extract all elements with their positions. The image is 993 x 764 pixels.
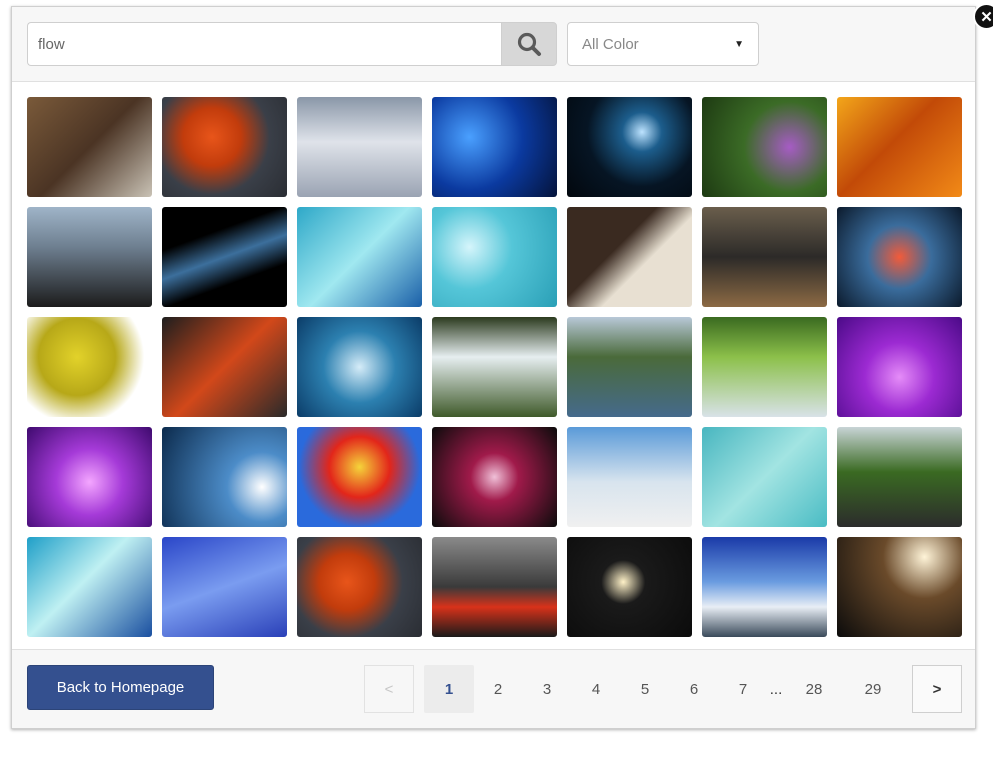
image-thumbnail-waterfall[interactable] (432, 317, 557, 417)
page-1[interactable]: 1 (424, 665, 474, 713)
color-filter-select[interactable]: All Color ▼ (567, 22, 759, 66)
image-thumbnail-teal-wave-2[interactable] (27, 537, 152, 637)
image-thumbnail-fiery-abstract[interactable] (162, 317, 287, 417)
image-thumbnail-snowy-peak[interactable] (702, 537, 827, 637)
image-thumbnail-pink-streaks[interactable] (432, 427, 557, 527)
page-4[interactable]: 4 (576, 665, 616, 713)
image-thumbnail-lava-flow-sea[interactable] (27, 207, 152, 307)
image-thumbnail-light-rays[interactable] (837, 537, 962, 637)
image-thumbnail-fighter-jet[interactable] (567, 427, 692, 527)
search-bar: All Color ▼ (12, 7, 975, 82)
image-thumbnail-silver-car[interactable] (702, 207, 827, 307)
page-6[interactable]: 6 (674, 665, 714, 713)
image-grid (27, 97, 962, 637)
color-filter-value: All Color (582, 35, 639, 53)
image-thumbnail-glowing-jellyfish[interactable] (567, 537, 692, 637)
image-thumbnail-fractal[interactable] (297, 427, 422, 527)
next-page-button[interactable]: > (912, 665, 962, 713)
back-to-homepage-button[interactable]: Back to Homepage (27, 665, 214, 710)
image-thumbnail-dark-light-streaks[interactable] (162, 207, 287, 307)
image-thumbnail-fire[interactable] (837, 97, 962, 197)
page-28[interactable]: 28 (794, 665, 834, 713)
page-2[interactable]: 2 (478, 665, 518, 713)
image-thumbnail-space-planet[interactable] (567, 97, 692, 197)
search-input[interactable] (27, 22, 502, 66)
image-thumbnail-cyan-bokeh[interactable] (432, 207, 557, 307)
modal-footer: Back to Homepage < 1 2 3 4 5 6 7 ... 28 … (12, 649, 975, 728)
chevron-down-icon: ▼ (734, 38, 744, 50)
pagination-ellipsis: ... (769, 680, 783, 698)
image-thumbnail-volcano-lava[interactable] (432, 537, 557, 637)
image-picker-modal: All Color ▼ Back to Homepage < 1 2 3 4 5… (11, 3, 993, 729)
image-thumbnail-water-splash[interactable] (297, 317, 422, 417)
image-thumbnail-teal-wave[interactable] (297, 207, 422, 307)
image-thumbnail-bee-on-flower[interactable] (702, 97, 827, 197)
image-thumbnail-canyon[interactable] (27, 97, 152, 197)
image-thumbnail-blue-silk[interactable] (162, 537, 287, 637)
image-thumbnail-blue-light-burst[interactable] (162, 427, 287, 527)
image-thumbnail-lava-rock[interactable] (162, 97, 287, 197)
page-3[interactable]: 3 (527, 665, 567, 713)
image-thumbnail-purple-lights[interactable] (837, 317, 962, 417)
close-button[interactable]: ✕ (973, 3, 993, 30)
prev-page-button[interactable]: < (364, 665, 414, 713)
image-thumbnail-stream-hills[interactable] (837, 427, 962, 527)
search-icon (517, 32, 541, 56)
image-thumbnail-starfruit[interactable] (27, 317, 152, 417)
image-thumbnail-snowy-mountains[interactable] (297, 97, 422, 197)
image-thumbnail-rock-on-sand[interactable] (567, 207, 692, 307)
image-thumbnail-blue-abstract-flowers[interactable] (432, 97, 557, 197)
image-thumbnail-purple-glow[interactable] (27, 427, 152, 527)
page-29[interactable]: 29 (853, 665, 893, 713)
image-thumbnail-mossy-stream[interactable] (702, 317, 827, 417)
image-thumbnail-river-mountains[interactable] (567, 317, 692, 417)
search-button[interactable] (501, 22, 557, 66)
image-thumbnail-teal-abstract[interactable] (702, 427, 827, 527)
image-thumbnail-lava-rock-2[interactable] (297, 537, 422, 637)
image-thumbnail-red-swirl[interactable] (837, 207, 962, 307)
page-5[interactable]: 5 (625, 665, 665, 713)
close-icon: ✕ (980, 8, 993, 26)
page-7[interactable]: 7 (723, 665, 763, 713)
